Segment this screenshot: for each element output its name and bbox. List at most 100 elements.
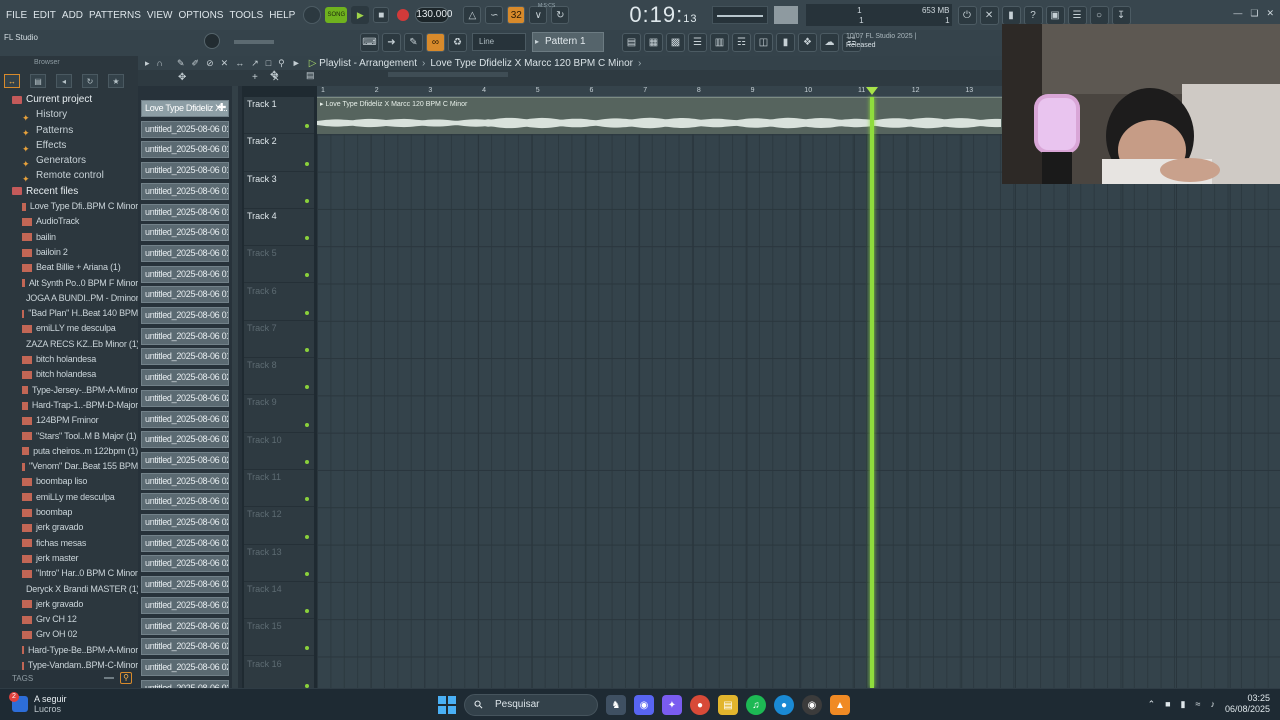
timeline-ruler[interactable]: 1 2 3 4 5 6 7 8 9 10 11 12 13 — [317, 86, 1002, 97]
picker-scrollbar[interactable] — [232, 86, 238, 688]
recent-file-item[interactable]: bitch holandesa — [0, 367, 138, 382]
tray-chevron-icon[interactable]: ⌃ — [1148, 699, 1156, 710]
taskbar-clock[interactable]: 03:25 06/08/2025 — [1225, 693, 1270, 715]
browser-folder-effects[interactable]: ✦ Effects — [0, 138, 138, 153]
track-mute-led[interactable] — [305, 609, 309, 614]
wait-for-input-icon[interactable]: ∽ — [485, 6, 504, 24]
recent-file-item[interactable]: Type-Jersey-..BPM-A-Minor — [0, 383, 138, 398]
menu-help[interactable]: HELP — [269, 10, 295, 21]
pencil-icon[interactable]: ✎ — [404, 33, 423, 52]
recent-file-item[interactable]: bailin — [0, 230, 138, 245]
obs-icon[interactable]: ◉ — [802, 695, 822, 715]
picker-item[interactable]: untitled_2025-08-06 01-... — [141, 141, 229, 159]
recent-file-item[interactable]: Grv CH 12 — [0, 612, 138, 627]
magnet-icon[interactable]: ∩ — [157, 58, 163, 68]
tags-clear-icon[interactable] — [104, 677, 114, 679]
browser-refresh-button[interactable]: ↻ — [82, 74, 98, 88]
track-header[interactable]: Track 15 — [244, 619, 314, 657]
track-mute-led[interactable] — [305, 422, 309, 427]
news-panel[interactable]: 10/07 FL Studio 2025 | Released — [846, 32, 916, 50]
save-icon[interactable]: ▣ — [1045, 5, 1065, 25]
recent-file-item[interactable]: 124BPM Fminor — [0, 413, 138, 428]
chat-icon[interactable]: ○ — [1089, 5, 1109, 25]
picker-item[interactable]: untitled_2025-08-06 02-... — [141, 534, 229, 552]
recent-file-item[interactable]: "Stars" Tool..M B Major (1) — [0, 429, 138, 444]
recent-file-item[interactable]: Alt Synth Po..0 BPM F Minor — [0, 276, 138, 291]
picker-item[interactable]: untitled_2025-08-06 02-... — [141, 389, 229, 407]
recent-file-item[interactable]: Hard-Trap-1..-BPM-D-Major — [0, 398, 138, 413]
track-mute-led[interactable] — [305, 348, 309, 353]
weather-widget[interactable]: 2 A seguir Lucros — [9, 692, 67, 714]
song-position-display[interactable]: 0:19:13 — [629, 2, 697, 28]
recent-file-item[interactable]: boombap — [0, 505, 138, 520]
tray-mic-icon[interactable]: ▮ — [1181, 699, 1186, 710]
browser-collapse-button[interactable]: ↔ — [4, 74, 20, 88]
song-mode-toggle[interactable]: SONG — [325, 7, 348, 23]
picker-item[interactable]: untitled_2025-08-06 01-... — [141, 203, 229, 221]
track-header[interactable]: Track 13 — [244, 545, 314, 582]
recent-file-item[interactable]: Deryck X Brandi MASTER (1) — [0, 582, 138, 597]
picker-item[interactable]: untitled_2025-08-06 02-... — [141, 410, 229, 428]
recent-file-item[interactable]: "Venom" Dar..Beat 155 BPM — [0, 459, 138, 474]
recent-file-item[interactable]: "Intro" Har..0 BPM C Minor — [0, 566, 138, 581]
tools-icon[interactable]: ✕ — [979, 5, 999, 25]
plugin-database-icon[interactable]: ☶ — [732, 33, 751, 52]
browser-window-icon[interactable]: ◫ — [754, 33, 773, 52]
recent-file-item[interactable]: Beat Billie + Ariana (1) — [0, 260, 138, 275]
track-mute-led[interactable] — [305, 273, 309, 278]
track-header[interactable]: Track 6 — [244, 284, 314, 321]
picker-item[interactable]: untitled_2025-08-06 02-... — [141, 638, 229, 656]
picker-item[interactable]: untitled_2025-08-06 01-... — [141, 327, 229, 345]
track-mute-led[interactable] — [305, 571, 309, 576]
browser-view-button[interactable]: ▤ — [30, 74, 46, 88]
picker-item[interactable]: untitled_2025-08-06 01-... — [141, 265, 229, 283]
snap-selector[interactable]: Line — [472, 33, 526, 51]
playhead[interactable] — [870, 97, 874, 688]
browser-favorite-button[interactable]: ★ — [108, 74, 124, 88]
menu-add[interactable]: ADD — [62, 10, 83, 21]
menu-tools[interactable]: TOOLS — [229, 10, 263, 21]
clip-menu-icon[interactable]: ▸ — [320, 101, 324, 108]
recent-file-item[interactable]: emiLLy me desculpa — [0, 490, 138, 505]
widgets-app-icon[interactable]: ♞ — [606, 695, 626, 715]
track-mute-led[interactable] — [305, 198, 309, 203]
recent-file-item[interactable]: bailoin 2 — [0, 245, 138, 260]
track-mute-led[interactable] — [305, 124, 309, 129]
recent-file-item[interactable]: emiLLY me desculpa — [0, 321, 138, 336]
master-volume-knob[interactable] — [204, 33, 220, 49]
picker-item[interactable]: untitled_2025-08-06 01-... — [141, 182, 229, 200]
master-pitch-slider[interactable] — [234, 40, 274, 44]
spotify-icon[interactable]: ♫ — [746, 695, 766, 715]
recent-file-item[interactable]: jerk master — [0, 551, 138, 566]
picker-item[interactable]: untitled_2025-08-06 02-... — [141, 617, 229, 635]
track-header[interactable]: Track 9 — [244, 395, 314, 433]
recent-file-item[interactable]: jerk gravado — [0, 520, 138, 535]
menu-options[interactable]: OPTIONS — [178, 10, 223, 21]
close-picker-icon[interactable]: ✕ — [272, 73, 280, 84]
mixer-window-icon[interactable]: ▥ — [710, 33, 729, 52]
restore-icon[interactable]: ❑ — [1250, 8, 1258, 19]
recent-file-item[interactable]: JOGA A BUNDI..PM - Dminor — [0, 291, 138, 306]
copilot-icon[interactable]: ✦ — [662, 695, 682, 715]
picker-item[interactable]: untitled_2025-08-06 02-... — [141, 451, 229, 469]
mute-tool-icon[interactable]: ✕ — [221, 58, 229, 69]
volume-icon[interactable]: ♪ — [1210, 699, 1215, 709]
browser-folder-history[interactable]: ✦ History — [0, 107, 138, 122]
track-header[interactable]: Track 8 — [244, 358, 314, 396]
track-header[interactable]: Track 1 — [244, 97, 314, 135]
play-button[interactable]: ▶ — [351, 6, 370, 24]
recent-file-item[interactable]: boombap liso — [0, 474, 138, 489]
countdown-icon[interactable]: 32 — [507, 6, 526, 24]
tray-app-icon[interactable]: ■ — [1165, 699, 1170, 709]
discord-icon[interactable]: ◉ — [634, 695, 654, 715]
add-track-icon[interactable]: + — [252, 72, 258, 83]
metronome-icon[interactable]: △ — [463, 6, 482, 24]
picker-item[interactable]: untitled_2025-08-06 01-... — [141, 348, 229, 366]
track-header[interactable]: Track 2 — [244, 134, 314, 172]
browser-folder-recent-files[interactable]: Recent files — [0, 184, 138, 199]
track-header[interactable]: Track 14 — [244, 582, 314, 620]
microphone-window-icon[interactable]: ▮ — [776, 33, 795, 52]
browser-folder-current-project[interactable]: Current project — [0, 92, 138, 107]
track-header[interactable]: Track 7 — [244, 321, 314, 359]
wifi-icon[interactable]: ≈ — [1196, 699, 1201, 709]
